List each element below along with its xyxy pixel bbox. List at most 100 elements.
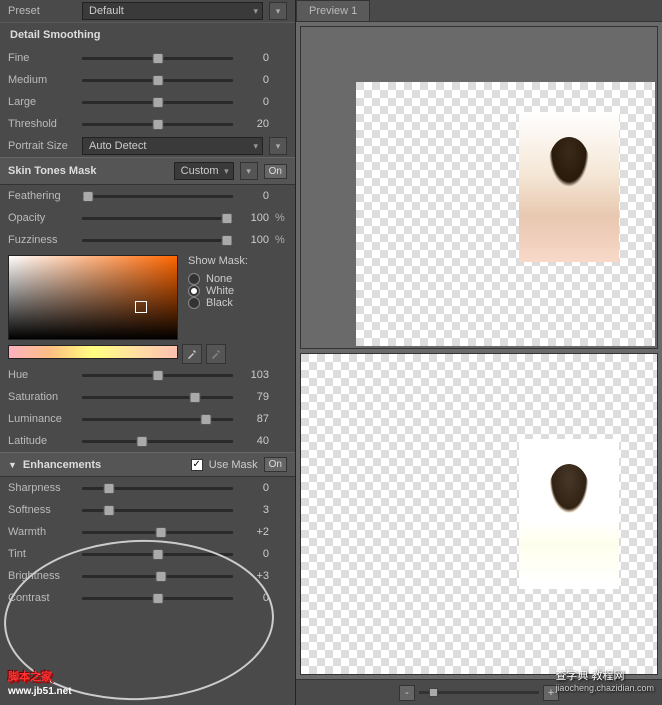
radio-white[interactable] — [188, 285, 200, 297]
st-latitude-slider[interactable] — [82, 440, 233, 443]
skin-tones-preset-dropdown-icon[interactable]: ▾ — [240, 162, 258, 180]
st-fuzziness-slider[interactable] — [82, 239, 233, 242]
st-luminance-thumb[interactable] — [200, 414, 211, 425]
skin-tones-preset-select[interactable]: Custom — [174, 162, 234, 180]
st-luminance-row: Luminance 87 — [0, 408, 295, 430]
radio-none-row[interactable]: None — [188, 273, 248, 285]
radio-black-row[interactable]: Black — [188, 297, 248, 309]
ds-large-thumb[interactable] — [152, 97, 163, 108]
zoom-slider[interactable] — [419, 691, 539, 694]
zoom-thumb[interactable] — [429, 688, 438, 697]
enh-brightness-row: Brightness +3 — [0, 565, 295, 587]
ds-fine-thumb[interactable] — [152, 53, 163, 64]
enh-brightness-label: Brightness — [8, 570, 76, 582]
st-saturation-label: Saturation — [8, 391, 76, 403]
preset-row: Preset Default ▾ — [0, 0, 295, 22]
preview-area: Preview 1 - + — [295, 0, 662, 705]
st-feathering-label: Feathering — [8, 190, 76, 202]
preview-before[interactable] — [300, 26, 658, 349]
ds-medium-thumb[interactable] — [152, 75, 163, 86]
enh-softness-slider[interactable] — [82, 509, 233, 512]
preview-photo-after — [519, 439, 619, 589]
enh-tint-thumb[interactable] — [152, 549, 163, 560]
zoom-out-button[interactable]: - — [399, 685, 415, 701]
portrait-size-row: Portrait Size Auto Detect ▾ — [0, 135, 295, 157]
portrait-size-dropdown-icon[interactable]: ▾ — [269, 137, 287, 155]
st-luminance-value: 87 — [239, 413, 269, 425]
portrait-size-label: Portrait Size — [8, 140, 76, 152]
ds-medium-row: Medium 0 — [0, 69, 295, 91]
ds-threshold-row: Threshold 20 — [0, 113, 295, 135]
enh-brightness-slider[interactable] — [82, 575, 233, 578]
ds-threshold-thumb[interactable] — [152, 119, 163, 130]
detail-smoothing-header[interactable]: Detail Smoothing — [0, 22, 295, 47]
ds-large-slider[interactable] — [82, 101, 233, 104]
preview-photo-before — [519, 112, 619, 262]
radio-white-row[interactable]: White — [188, 285, 248, 297]
enh-softness-label: Softness — [8, 504, 76, 516]
preset-select[interactable]: Default — [82, 2, 263, 20]
ds-fine-row: Fine 0 — [0, 47, 295, 69]
eyedropper-icon[interactable] — [182, 344, 202, 364]
enhancements-header[interactable]: ▼ Enhancements Use Mask On — [0, 452, 295, 477]
st-luminance-slider[interactable] — [82, 418, 233, 421]
hue-strip[interactable] — [8, 345, 178, 359]
enh-sharpness-label: Sharpness — [8, 482, 76, 494]
st-feathering-slider[interactable] — [82, 195, 233, 198]
use-mask-checkbox[interactable] — [191, 459, 203, 471]
preview-tab[interactable]: Preview 1 — [296, 0, 370, 22]
st-latitude-row: Latitude 40 — [0, 430, 295, 452]
st-latitude-thumb[interactable] — [137, 436, 148, 447]
color-picker[interactable] — [8, 255, 178, 340]
ds-threshold-slider[interactable] — [82, 123, 233, 126]
ds-medium-slider[interactable] — [82, 79, 233, 82]
enh-sharpness-row: Sharpness 0 — [0, 477, 295, 499]
enh-brightness-thumb[interactable] — [155, 571, 166, 582]
ds-threshold-value: 20 — [239, 118, 269, 130]
enh-tint-slider[interactable] — [82, 553, 233, 556]
enh-softness-thumb[interactable] — [104, 505, 115, 516]
enh-sharpness-thumb[interactable] — [104, 483, 115, 494]
skin-tones-header[interactable]: Skin Tones Mask Custom ▾ On — [0, 157, 295, 185]
enh-softness-row: Softness 3 — [0, 499, 295, 521]
enhancements-on-button[interactable]: On — [264, 457, 287, 472]
radio-none[interactable] — [188, 273, 200, 285]
radio-black[interactable] — [188, 297, 200, 309]
enh-tint-label: Tint — [8, 548, 76, 560]
enh-warmth-thumb[interactable] — [155, 527, 166, 538]
preview-after[interactable] — [300, 353, 658, 676]
st-opacity-slider[interactable] — [82, 217, 233, 220]
st-hue-thumb[interactable] — [152, 370, 163, 381]
enh-contrast-value: 0 — [239, 592, 269, 604]
radio-white-label: White — [206, 285, 234, 297]
color-marker-icon[interactable] — [135, 301, 147, 313]
enhancements-title: Enhancements — [23, 459, 185, 471]
enh-contrast-slider[interactable] — [82, 597, 233, 600]
st-hue-value: 103 — [239, 369, 269, 381]
zoom-in-button[interactable]: + — [543, 685, 559, 701]
ds-fine-slider[interactable] — [82, 57, 233, 60]
st-saturation-row: Saturation 79 — [0, 386, 295, 408]
enh-warmth-slider[interactable] — [82, 531, 233, 534]
st-feathering-thumb[interactable] — [83, 191, 94, 202]
preview-content — [296, 22, 662, 679]
st-hue-slider[interactable] — [82, 374, 233, 377]
skin-tones-title: Skin Tones Mask — [8, 165, 168, 177]
preset-dropdown-icon[interactable]: ▾ — [269, 2, 287, 20]
preview-tab-bar: Preview 1 — [296, 0, 662, 22]
color-picker-row: Show Mask: None White Black — [0, 251, 295, 344]
chevron-down-icon: ▼ — [8, 460, 17, 470]
enh-contrast-thumb[interactable] — [152, 593, 163, 604]
portrait-size-select[interactable]: Auto Detect — [82, 137, 263, 155]
st-fuzziness-row: Fuzziness 100 % — [0, 229, 295, 251]
st-saturation-slider[interactable] — [82, 396, 233, 399]
eyedropper-minus-icon[interactable] — [206, 344, 226, 364]
st-saturation-thumb[interactable] — [190, 392, 201, 403]
enh-warmth-value: +2 — [239, 526, 269, 538]
settings-panel: Preset Default ▾ Detail Smoothing Fine 0… — [0, 0, 295, 705]
st-fuzziness-thumb[interactable] — [221, 235, 232, 246]
skin-tones-on-button[interactable]: On — [264, 164, 287, 179]
st-opacity-thumb[interactable] — [221, 213, 232, 224]
enh-tint-row: Tint 0 — [0, 543, 295, 565]
enh-sharpness-slider[interactable] — [82, 487, 233, 490]
